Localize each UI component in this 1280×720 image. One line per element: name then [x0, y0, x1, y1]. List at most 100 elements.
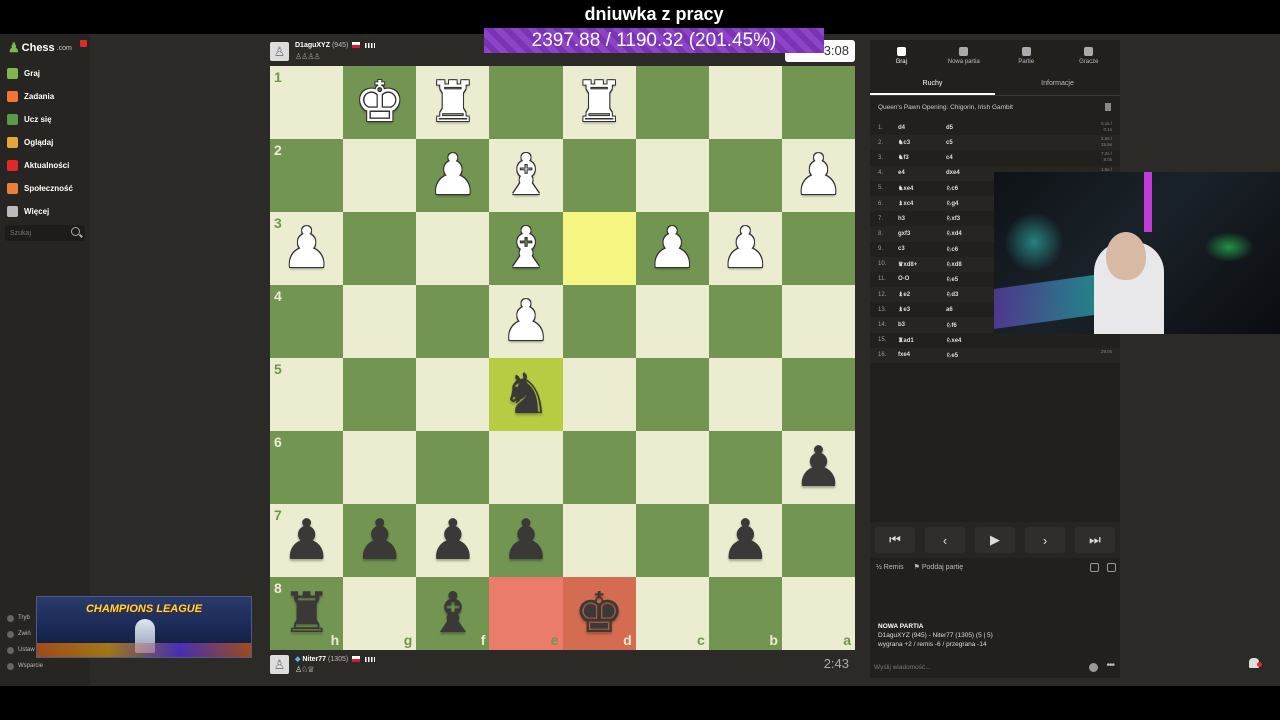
board-square[interactable]: ♟: [489, 504, 563, 577]
board-square[interactable]: [343, 139, 417, 212]
sidebar-item-0[interactable]: Graj: [0, 62, 90, 85]
draw-button[interactable]: ½ Remis: [876, 564, 904, 571]
board-square[interactable]: ♟: [416, 504, 490, 577]
board-square[interactable]: 2: [270, 139, 344, 212]
board-square[interactable]: [562, 139, 636, 212]
sidebar-item-6[interactable]: Więcej: [0, 200, 90, 223]
board-square[interactable]: [489, 431, 563, 504]
tab-0[interactable]: Graj: [870, 40, 933, 72]
black-pawn-icon[interactable]: ♟: [720, 512, 770, 569]
board-square[interactable]: [635, 358, 709, 431]
board-square[interactable]: ♝: [489, 139, 563, 212]
resign-button[interactable]: ⚑ Poddaj partię: [914, 563, 964, 571]
emoji-icon[interactable]: [1089, 663, 1098, 672]
more-options-icon[interactable]: •••: [1106, 660, 1114, 671]
top-player-username[interactable]: D1aguXYZ: [295, 42, 330, 49]
settings-icon[interactable]: [1090, 562, 1099, 572]
white-move[interactable]: b3: [898, 322, 946, 328]
tab-1[interactable]: Nowa partia: [933, 40, 996, 72]
tab-2[interactable]: Partie: [995, 40, 1058, 72]
white-move[interactable]: ♞c3: [898, 139, 946, 146]
board-square[interactable]: ♟: [708, 504, 782, 577]
black-pawn-icon[interactable]: ♟: [428, 512, 478, 569]
sidebar-item-1[interactable]: Zadania: [0, 85, 90, 108]
board-square[interactable]: [708, 66, 782, 139]
board-square[interactable]: ♜: [562, 66, 636, 139]
board-square[interactable]: [562, 212, 636, 285]
board-square[interactable]: [343, 431, 417, 504]
bottom-player-username[interactable]: Niter77: [302, 656, 326, 663]
black-move[interactable]: d5: [946, 125, 1006, 131]
board-square[interactable]: 5: [270, 358, 344, 431]
white-pawn-icon[interactable]: ♟: [501, 293, 551, 350]
white-rook-icon[interactable]: ♜: [574, 74, 624, 131]
next-move-button[interactable]: ›: [1025, 527, 1065, 553]
white-move[interactable]: d4: [898, 125, 946, 131]
black-move[interactable]: ♘xe4: [946, 337, 1006, 344]
board-square[interactable]: f ♝: [416, 577, 490, 650]
white-move[interactable]: ♞xe4: [898, 185, 946, 192]
board-square[interactable]: ♚: [343, 66, 417, 139]
white-move[interactable]: ♝e3: [898, 306, 946, 313]
sidebar-item-4[interactable]: Aktualności: [0, 154, 90, 177]
board-square[interactable]: g: [343, 577, 417, 650]
white-rook-icon[interactable]: ♜: [428, 74, 478, 131]
board-square[interactable]: 1: [270, 66, 344, 139]
subtab-0[interactable]: Ruchy: [870, 74, 995, 95]
bottom-player-avatar[interactable]: ♙: [270, 655, 289, 674]
board-square[interactable]: [562, 358, 636, 431]
board-square[interactable]: ♟: [416, 139, 490, 212]
play-button[interactable]: ▶: [975, 527, 1015, 553]
board-square[interactable]: 8 h ♜: [270, 577, 344, 650]
previous-move-button[interactable]: ‹: [925, 527, 965, 553]
board-square[interactable]: [343, 358, 417, 431]
board-square[interactable]: [416, 285, 490, 358]
white-pawn-icon[interactable]: ♟: [281, 220, 331, 277]
board-square[interactable]: [781, 285, 855, 358]
board-square[interactable]: 6: [270, 431, 344, 504]
white-move[interactable]: h3: [898, 216, 946, 222]
chesscom-logo[interactable]: ♟ Chess .com: [8, 40, 72, 56]
subtab-1[interactable]: Informacje: [995, 74, 1120, 95]
white-move[interactable]: ♝xc4: [898, 200, 946, 207]
white-bishop-icon[interactable]: ♝: [501, 147, 551, 204]
board-square[interactable]: [343, 285, 417, 358]
black-bishop-icon[interactable]: ♝: [428, 585, 478, 642]
board-square[interactable]: [635, 285, 709, 358]
book-icon[interactable]: [1105, 103, 1111, 111]
board-square[interactable]: ♟: [343, 504, 417, 577]
search-input[interactable]: Szukaj: [5, 225, 85, 241]
board-square[interactable]: ♜: [416, 66, 490, 139]
black-move[interactable]: c4: [946, 155, 1006, 161]
black-king-icon[interactable]: ♚: [574, 585, 624, 642]
flip-board-icon[interactable]: [1107, 562, 1116, 572]
white-king-icon[interactable]: ♚: [355, 74, 405, 131]
black-knight-icon[interactable]: ♞: [501, 366, 551, 423]
board-square[interactable]: 7 ♟: [270, 504, 344, 577]
sidebar-item-3[interactable]: Oglądaj: [0, 131, 90, 154]
board-square[interactable]: [781, 358, 855, 431]
bottom-player-name[interactable]: ◆ Niter77 (1305): [295, 655, 376, 663]
board-square[interactable]: [416, 212, 490, 285]
notification-bell-icon[interactable]: [1249, 658, 1262, 668]
board-square[interactable]: [489, 66, 563, 139]
white-move[interactable]: ♝e2: [898, 291, 946, 298]
last-move-button[interactable]: ⏭: [1075, 527, 1115, 553]
black-pawn-icon[interactable]: ♟: [793, 439, 843, 496]
board-square[interactable]: [635, 431, 709, 504]
board-square[interactable]: ♟: [781, 139, 855, 212]
white-move[interactable]: ♞f3: [898, 154, 946, 161]
board-square[interactable]: [562, 431, 636, 504]
board-square[interactable]: [781, 212, 855, 285]
white-move[interactable]: c3: [898, 246, 946, 252]
board-square[interactable]: d ♚: [562, 577, 636, 650]
board-square[interactable]: ♟: [781, 431, 855, 504]
board-square[interactable]: [562, 285, 636, 358]
white-move[interactable]: gxf3: [898, 231, 946, 237]
search-icon[interactable]: [71, 227, 80, 236]
board-square[interactable]: [635, 504, 709, 577]
white-bishop-icon[interactable]: ♝: [501, 220, 551, 277]
sidebar-item-5[interactable]: Społeczność: [0, 177, 90, 200]
white-pawn-icon[interactable]: ♟: [793, 147, 843, 204]
top-player-avatar[interactable]: ♙: [270, 42, 289, 61]
